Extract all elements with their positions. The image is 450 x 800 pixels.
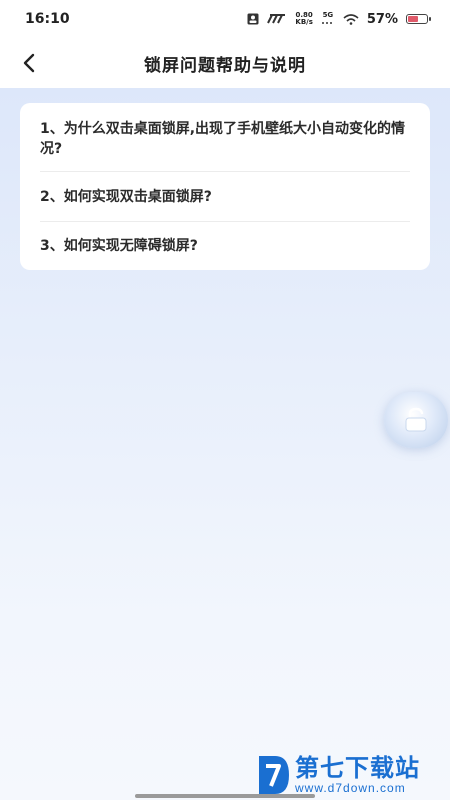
battery-percent: 57% (366, 11, 398, 27)
status-bar: 16:10 0.80 KB/s 5G 57% (0, 0, 450, 38)
faq-item-label: 3、如何实现无障碍锁屏? (40, 238, 198, 254)
content-area: 1、为什么双击桌面锁屏,出现了手机壁纸大小自动变化的情况? 2、如何实现双击桌面… (0, 88, 450, 800)
floating-lock-button[interactable] (384, 392, 448, 448)
header-bar: 锁屏问题帮助与说明 (0, 38, 450, 88)
net-speed: 0.80 KB/s (295, 11, 313, 26)
d7-logo-icon (259, 756, 289, 794)
contact-card-icon (247, 13, 259, 25)
chevron-left-icon (23, 53, 35, 73)
watermark: 第七下载站 www.d7down.com (255, 750, 450, 800)
watermark-title: 第七下载站 (295, 754, 420, 782)
watermark-url: www.d7down.com (295, 781, 406, 795)
app-notification-icon (267, 14, 286, 24)
faq-item-label: 1、为什么双击桌面锁屏,出现了手机壁纸大小自动变化的情况? (40, 121, 406, 157)
faq-item-wallpaper-size[interactable]: 1、为什么双击桌面锁屏,出现了手机壁纸大小自动变化的情况? (40, 103, 410, 172)
back-button[interactable] (16, 50, 42, 76)
faq-item-accessibility-lock[interactable]: 3、如何实现无障碍锁屏? (40, 222, 410, 270)
faq-card: 1、为什么双击桌面锁屏,出现了手机壁纸大小自动变化的情况? 2、如何实现双击桌面… (20, 103, 430, 270)
wifi-icon (343, 14, 359, 25)
signal-icon (321, 21, 332, 24)
faq-item-label: 2、如何实现双击桌面锁屏? (40, 189, 212, 205)
unlock-icon (405, 407, 427, 432)
battery-icon (406, 14, 431, 24)
home-indicator[interactable] (135, 794, 315, 798)
network-type: 5G (321, 11, 335, 27)
page-title: 锁屏问题帮助与说明 (144, 55, 306, 76)
status-time: 16:10 (25, 11, 70, 27)
faq-item-double-tap-lock[interactable]: 2、如何实现双击桌面锁屏? (40, 172, 410, 222)
status-icons: 0.80 KB/s 5G 57% (247, 11, 431, 27)
